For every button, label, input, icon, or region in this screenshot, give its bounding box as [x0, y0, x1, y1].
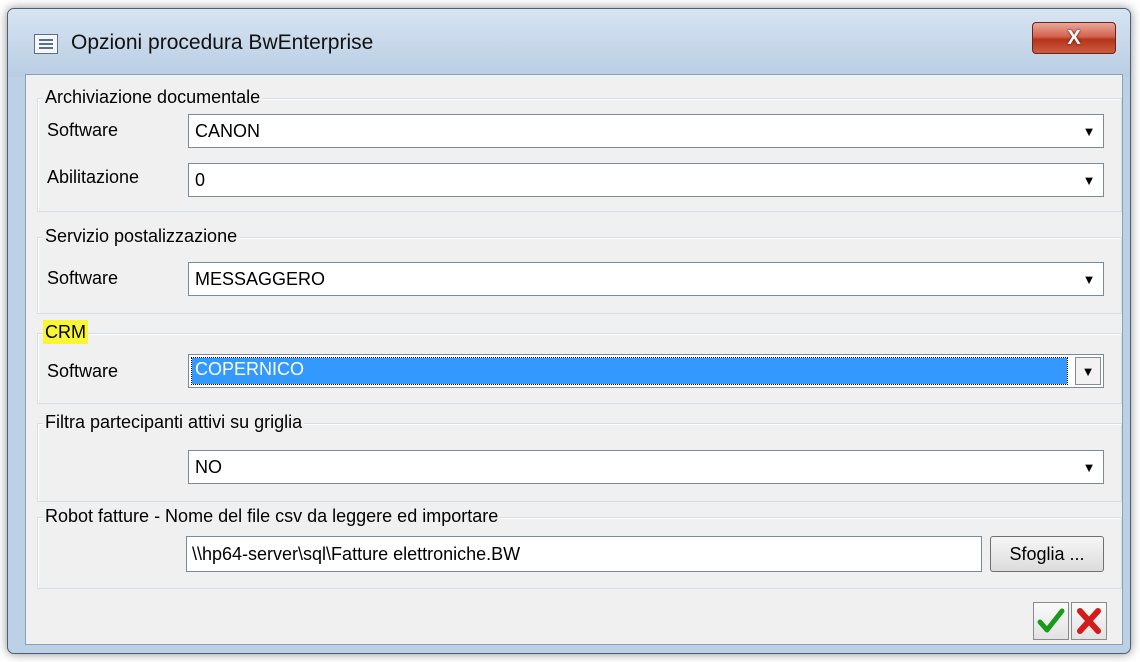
robot-csv-path-input[interactable]: \\hp64-server\sql\Fatture elettroniche.B…	[186, 536, 982, 572]
group-archiviazione: Archiviazione documentale Software CANON…	[37, 85, 1122, 212]
dropdown-arrow-icon[interactable]: ▼	[1075, 451, 1103, 483]
window-title: Opzioni procedura BwEnterprise	[71, 31, 374, 54]
dropdown-arrow-icon[interactable]: ▼	[1075, 357, 1101, 385]
filtra-value: NO	[195, 457, 222, 477]
x-icon	[1077, 608, 1101, 634]
cancel-button[interactable]	[1071, 602, 1107, 640]
postalizzazione-software-select[interactable]: MESSAGGERO ▼	[188, 262, 1104, 296]
window-form-icon	[34, 34, 58, 54]
archiviazione-software-label: Software	[47, 120, 119, 140]
abilitazione-label: Abilitazione	[47, 167, 140, 187]
robot-csv-path-value: \\hp64-server\sql\Fatture elettroniche.B…	[192, 544, 521, 564]
close-button[interactable]: X	[1032, 22, 1116, 54]
archiviazione-software-value: CANON	[195, 121, 261, 141]
group-crm: CRM Software COPERNICO ▼	[37, 320, 1122, 404]
postalizzazione-software-label: Software	[47, 268, 119, 288]
dropdown-arrow-icon[interactable]: ▼	[1075, 263, 1103, 295]
dropdown-arrow-icon[interactable]: ▼	[1075, 115, 1103, 147]
dropdown-arrow-icon[interactable]: ▼	[1075, 164, 1103, 196]
group-filtra: Filtra partecipanti attivi su griglia NO…	[37, 410, 1122, 502]
group-filtra-legend: Filtra partecipanti attivi su griglia	[43, 410, 305, 434]
abilitazione-value: 0	[195, 170, 206, 190]
postalizzazione-software-value: MESSAGGERO	[195, 269, 326, 289]
archiviazione-software-select[interactable]: CANON ▼	[188, 114, 1104, 148]
group-crm-legend: CRM	[43, 320, 88, 344]
ok-button[interactable]	[1033, 602, 1069, 640]
crm-software-label: Software	[47, 361, 119, 381]
group-robot-legend: Robot fatture - Nome del file csv da leg…	[43, 504, 501, 528]
crm-software-value: COPERNICO	[191, 357, 1068, 385]
group-postalizzazione: Servizio postalizzazione Software MESSAG…	[37, 224, 1122, 314]
group-postalizzazione-legend: Servizio postalizzazione	[43, 224, 240, 248]
abilitazione-select[interactable]: 0 ▼	[188, 163, 1104, 197]
title-bar[interactable]: Opzioni procedura BwEnterprise X	[8, 9, 1130, 77]
crm-software-select[interactable]: COPERNICO ▼	[188, 354, 1104, 388]
sfoglia-button[interactable]: Sfoglia ...	[990, 536, 1104, 572]
group-archiviazione-legend: Archiviazione documentale	[43, 85, 263, 109]
options-dialog: Opzioni procedura BwEnterprise X Archivi…	[7, 8, 1131, 654]
filtra-select[interactable]: NO ▼	[188, 450, 1104, 484]
dialog-body: Archiviazione documentale Software CANON…	[25, 74, 1123, 645]
check-icon	[1037, 608, 1065, 633]
group-robot: Robot fatture - Nome del file csv da leg…	[37, 504, 1122, 589]
